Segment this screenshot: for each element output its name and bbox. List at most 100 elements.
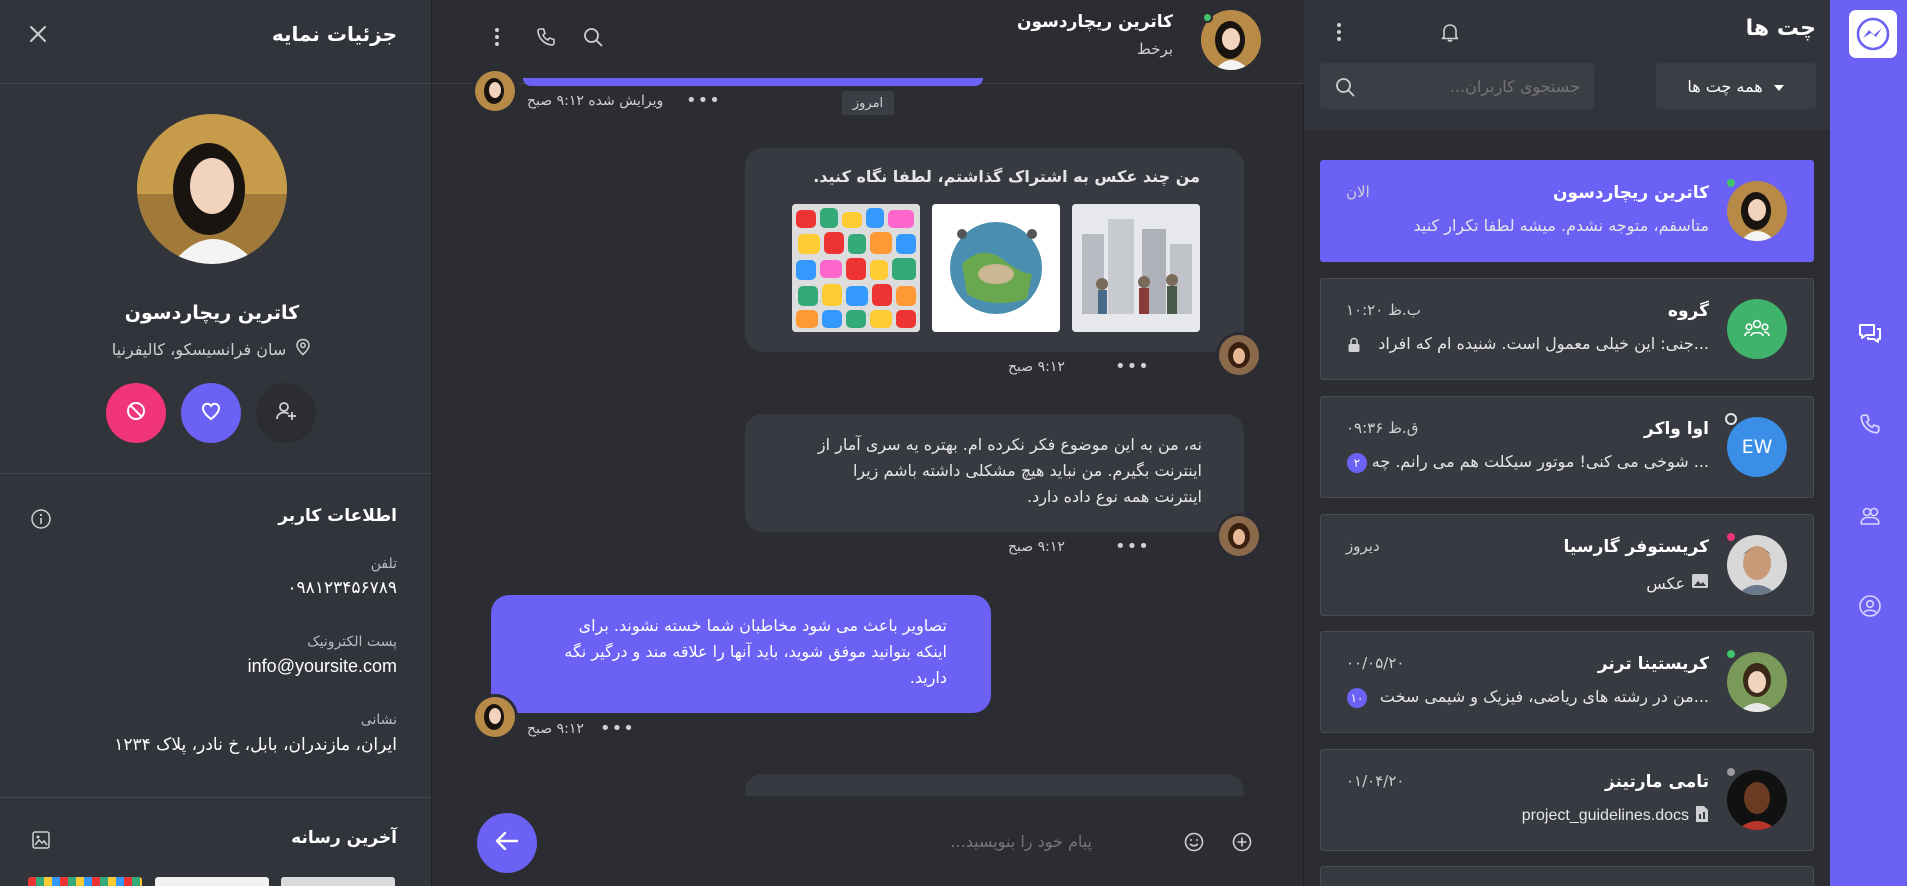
location-text: سان فرانسیسکو، کالیفرنیا [111, 339, 287, 359]
chat-list-item[interactable]: تامی مارتینز ۰۱/۰۴/۲۰ project_guidelines… [1320, 749, 1814, 851]
chat-name: کریستینا ترنر [1597, 654, 1709, 674]
preview-text: عکس [1646, 573, 1685, 593]
profile-panel: جزئیات نمایه کاترین ریچاردسون سان فرانسی… [0, 0, 431, 886]
composer [432, 796, 1305, 886]
message-more-icon[interactable]: ••• [1115, 536, 1150, 557]
chat-list-item[interactable]: کاترین ریچاردسون الان متاسفم، متوجه نشدم… [1320, 160, 1814, 262]
profile-location: سان فرانسیسکو، کالیفرنیا [0, 338, 424, 360]
chat-list-item[interactable] [1320, 866, 1814, 886]
chat-filter-dropdown[interactable]: همه چت ها [1656, 63, 1816, 109]
arrow-left-icon [493, 827, 521, 859]
message-bubble-in[interactable]: نه، من به این موضوع فکر نکرده ام. بهتره … [745, 414, 1244, 532]
file-icon [1695, 805, 1709, 827]
chat-preview: project_guidelines.docs [1522, 805, 1709, 827]
bell-icon[interactable] [1439, 21, 1461, 47]
avatar [1727, 652, 1787, 712]
status-dot [1725, 177, 1737, 189]
photo-icon [1691, 573, 1709, 593]
favorite-button[interactable] [181, 383, 241, 443]
profile-title: جزئیات نمایه [271, 22, 397, 46]
group-icon [1727, 299, 1787, 359]
profile-avatar [137, 114, 287, 264]
block-button[interactable] [106, 383, 166, 443]
message-bubble-out[interactable] [523, 78, 983, 86]
avatar [1216, 513, 1262, 559]
message-more-icon[interactable]: ••• [1115, 356, 1150, 377]
avatar-initials: EW [1727, 417, 1787, 477]
message-input[interactable] [542, 821, 1092, 861]
chat-pane: کاترین ریچاردسون برخط ویرایش شده ۹:۱۲ صب… [431, 0, 1305, 886]
search-icon[interactable] [580, 24, 606, 50]
user-circle-icon[interactable] [1856, 592, 1884, 620]
shared-photo[interactable] [792, 204, 920, 332]
filter-label: همه چت ها [1687, 76, 1763, 96]
chat-preview: جنی: این خیلی معمول است. شنیده ام که افر… [1378, 334, 1709, 353]
chat-name: تامی مارتینز [1605, 772, 1709, 792]
emoji-icon[interactable] [1183, 831, 1205, 857]
media-title: آخرین رسانه [291, 828, 397, 848]
online-indicator [1202, 12, 1213, 23]
search-icon[interactable] [1334, 76, 1356, 102]
chat-list-item[interactable]: EW اوا واکر ۰۹:۳۶ ق.ظ شوخی می کنی! موتور… [1320, 396, 1814, 498]
message-text: من چند عکس به اشتراک گذاشتم، لطفا نگاه ک… [813, 167, 1200, 186]
media-thumb[interactable] [155, 877, 269, 886]
chat-time: ۱۰:۲۰ ب.ظ [1346, 301, 1421, 319]
contact-status: برخط [1137, 40, 1173, 58]
user-search [1320, 63, 1594, 109]
chat-list-item[interactable]: کریستینا ترنر ۰۰/۰۵/۲۰ من در رشته های ری… [1320, 631, 1814, 733]
shared-photo[interactable] [1072, 204, 1200, 332]
chat-bubbles-icon[interactable] [1856, 320, 1884, 348]
message-bubble-in[interactable] [745, 774, 1244, 796]
chat-name: کاترین ریچاردسون [1552, 183, 1709, 203]
chat-name: کریستوفر گارسیا [1563, 537, 1709, 557]
chat-list-header: چت ها همه چت ها [1304, 0, 1830, 130]
message-bubble-out[interactable]: تصاویر باعث می شود مخاطبان شما خسته نشون… [491, 595, 991, 713]
message-text: نه، من به این موضوع فکر نکرده ام. بهتره … [817, 435, 1202, 506]
avatar [472, 68, 518, 114]
user-plus-icon [274, 399, 298, 427]
message-meta: ۹:۱۲ صبح [527, 721, 584, 737]
media-thumb[interactable] [28, 877, 142, 886]
status-dot [1725, 413, 1737, 425]
status-dot [1725, 531, 1737, 543]
contacts-icon[interactable] [1856, 502, 1884, 530]
send-button[interactable] [477, 813, 537, 873]
more-vertical-icon[interactable] [1336, 21, 1342, 47]
location-icon [294, 338, 312, 360]
email-label: پست الکترونیک [307, 634, 397, 650]
message-more-icon[interactable]: ••• [686, 90, 721, 111]
messenger-icon[interactable] [1849, 10, 1897, 58]
preview-text: project_guidelines.docs [1521, 807, 1689, 824]
message-meta: ویرایش شده ۹:۱۲ صبح [527, 93, 664, 109]
shared-photo[interactable] [932, 204, 1060, 332]
chat-preview: شوخی می کنی! موتور سیکلت هم می رانم. چه … [1371, 452, 1709, 471]
date-divider: امروز [842, 91, 894, 115]
add-attachment-icon[interactable] [1231, 831, 1253, 857]
message-meta: ۹:۱۲ صبح [1008, 359, 1065, 375]
phone-icon[interactable] [533, 24, 559, 50]
unread-badge: ۱۰ [1347, 688, 1367, 708]
message-bubble-in[interactable]: من چند عکس به اشتراک گذاشتم، لطفا نگاه ک… [745, 148, 1244, 352]
chat-list-item[interactable]: گروه ۱۰:۲۰ ب.ظ جنی: این خیلی معمول است. … [1320, 278, 1814, 380]
lock-icon [1347, 337, 1361, 357]
message-meta: ۹:۱۲ صبح [1008, 539, 1065, 555]
phone-value: ۰۹۸۱۲۳۴۵۶۷۸۹ [287, 578, 397, 598]
message-more-icon[interactable]: ••• [600, 718, 635, 739]
info-icon[interactable] [30, 508, 52, 534]
message-text: تصاویر باعث می شود مخاطبان شما خسته نشون… [564, 616, 947, 687]
chat-list-item[interactable]: کریستوفر گارسیا دیروز عکس [1320, 514, 1814, 616]
block-icon [124, 399, 148, 427]
add-contact-button[interactable] [256, 383, 316, 443]
more-vertical-icon[interactable] [484, 24, 510, 50]
avatar [1727, 181, 1787, 241]
close-icon[interactable] [28, 24, 48, 48]
avatar [1216, 332, 1262, 378]
media-thumb[interactable] [281, 877, 395, 886]
user-info-title: اطلاعات کاربر [278, 506, 397, 526]
avatar [1727, 535, 1787, 595]
search-input[interactable] [1370, 63, 1580, 109]
image-icon[interactable] [31, 830, 51, 854]
chat-time: الان [1346, 183, 1370, 201]
phone-icon[interactable] [1856, 410, 1884, 438]
chat-list-panel: چت ها همه چت ها کاترین ریچاردسون الان مت… [1304, 0, 1830, 886]
